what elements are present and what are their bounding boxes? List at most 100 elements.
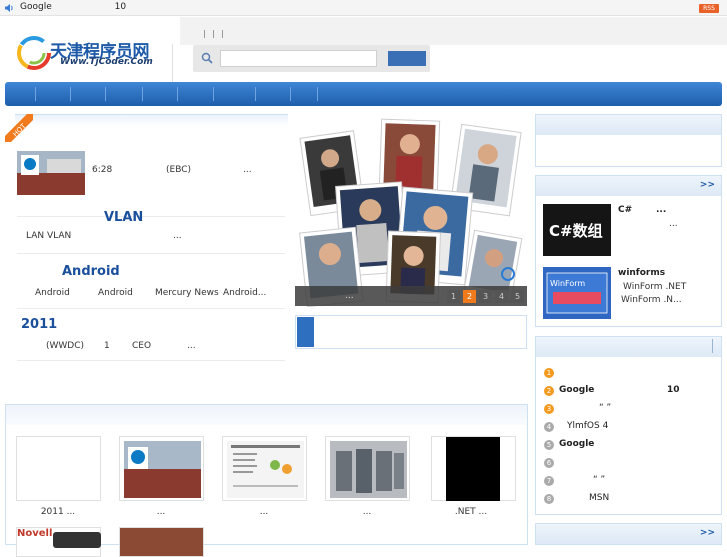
rank-title[interactable]: YlmfOS 4 <box>567 421 608 431</box>
article-title[interactable]: Android <box>62 264 120 279</box>
rank-item[interactable]: 5 Google <box>543 439 723 453</box>
hot-article[interactable]: VLAN LAN VLAN ... <box>17 210 285 256</box>
thumbnail-text: C#数组 <box>549 222 603 240</box>
search-button[interactable] <box>388 51 426 66</box>
header-link-divider <box>204 30 205 38</box>
logo-domain-text: Www.TjCoder.Com <box>60 57 153 67</box>
site-logo[interactable]: 天津程序员网 Www.TjCoder.Com <box>16 33 164 75</box>
slide-page-5[interactable]: 5 <box>511 290 524 303</box>
rank-title[interactable]: “ ” <box>599 403 611 413</box>
gallery-item[interactable] <box>431 436 516 501</box>
article-summary: (WWDC) <box>46 341 85 351</box>
gallery-item[interactable] <box>119 527 204 557</box>
panel-header <box>6 405 527 425</box>
rank-number: 8 <box>544 494 554 504</box>
article-summary: WinForm .NET <box>623 282 687 292</box>
nav-item-divider <box>105 87 106 101</box>
rank-item[interactable]: 7 “ ” <box>543 475 723 489</box>
more-link[interactable]: >> <box>700 528 715 538</box>
news-number: 10 <box>114 2 127 12</box>
right-panel-ranking: 1 2 Google 10 3 “ ” 4 YlmfOS 4 5 Google 6 7 “ … <box>535 336 722 515</box>
rank-title[interactable]: “ ” <box>593 475 605 485</box>
speaker-icon <box>5 4 13 12</box>
sub-banner-marker <box>297 317 314 347</box>
rank-number: 6 <box>544 458 554 468</box>
gallery-item[interactable] <box>16 436 101 501</box>
article-summary: 6:28 <box>92 165 113 175</box>
search-icon <box>201 52 213 64</box>
rss-button[interactable]: RSS <box>699 4 719 13</box>
gallery-image <box>53 532 101 548</box>
thumbnail-text: WinForm <box>550 279 585 288</box>
nav-item-divider <box>213 87 214 101</box>
rank-number: 4 <box>544 422 554 432</box>
panel-header <box>536 337 721 357</box>
slide-page-3[interactable]: 3 <box>479 290 492 303</box>
hot-article[interactable]: Android Android Android Mercury News And… <box>17 264 285 310</box>
nav-item-divider <box>255 87 256 101</box>
article-summary: Mercury News <box>155 288 219 298</box>
photo-slideshow[interactable]: ... 1 2 3 4 5 <box>295 114 527 308</box>
article-thumbnail[interactable] <box>17 151 85 195</box>
search-input[interactable] <box>220 50 377 67</box>
article-title[interactable]: 2011 <box>21 317 57 332</box>
gallery-caption[interactable]: ... <box>214 507 314 517</box>
more-link[interactable]: >> <box>700 180 715 190</box>
right-panel-top <box>535 114 722 167</box>
gallery-image <box>124 441 201 498</box>
rank-item[interactable]: 4 YlmfOS 4 <box>543 421 723 435</box>
article-divider <box>17 360 285 361</box>
rank-item[interactable]: 8 MSN <box>543 493 723 507</box>
rank-extra: 10 <box>667 385 680 395</box>
right-panel-articles: >> C#数组 C# ... ... WinForm winforms WinF… <box>535 175 722 327</box>
rank-number: 1 <box>544 368 554 378</box>
gallery-caption[interactable]: ... <box>317 507 417 517</box>
slide-page-1[interactable]: 1 <box>447 290 460 303</box>
slide-page-4[interactable]: 4 <box>495 290 508 303</box>
article-divider <box>17 308 285 309</box>
article-title[interactable]: VLAN <box>104 210 143 225</box>
rank-item[interactable]: 1 <box>543 367 723 381</box>
article-title[interactable]: winforms <box>618 268 665 278</box>
rank-title[interactable]: Google <box>559 385 594 395</box>
article-summary: LAN VLAN <box>26 231 72 241</box>
slide-page-2[interactable]: 2 <box>463 290 476 303</box>
rank-item[interactable]: 3 “ ” <box>543 403 723 417</box>
scrolling-news[interactable]: Google 10 <box>20 2 126 12</box>
rank-number: 3 <box>544 404 554 414</box>
nav-item-divider <box>35 87 36 101</box>
article-thumbnail[interactable]: WinForm <box>543 267 611 319</box>
gallery-item[interactable] <box>119 436 204 501</box>
rank-number: 5 <box>544 440 554 450</box>
gallery-caption[interactable]: 2011 ... <box>8 507 108 517</box>
slideshow-caption[interactable]: ... <box>345 291 354 301</box>
hot-article[interactable]: 6:28 (EBC) ... <box>17 128 285 217</box>
panel-header: >> <box>536 524 721 544</box>
gallery-item[interactable]: Novell <box>16 527 101 557</box>
article-summary: WinForm .N... <box>621 295 682 305</box>
gallery-item-label: Novell <box>17 528 53 539</box>
rank-title[interactable]: Google <box>559 439 594 449</box>
search-bar <box>193 45 430 72</box>
header-link-divider <box>222 30 223 38</box>
rank-item[interactable]: 6 <box>543 457 723 471</box>
hot-articles-panel: HOT 6:28 (EBC) ... VLAN LAN VLAN ... And… <box>5 114 288 364</box>
slideshow-sub-banner[interactable] <box>295 315 527 349</box>
gallery-item[interactable] <box>222 436 307 501</box>
gallery-caption[interactable]: .NET ... <box>421 507 521 517</box>
rank-item[interactable]: 2 Google 10 <box>543 385 723 399</box>
slideshow-caption-bar: ... 1 2 3 4 5 <box>295 286 527 306</box>
hot-article[interactable]: 2011 (WWDC) 1 CEO ... <box>17 317 285 363</box>
article-summary: ... <box>669 219 678 229</box>
article-thumbnail[interactable]: C#数组 <box>543 204 611 256</box>
article-summary: Android <box>98 288 133 298</box>
top-notice-bar: Google 10 RSS <box>0 0 727 16</box>
gallery-caption[interactable]: ... <box>111 507 211 517</box>
article-divider <box>17 253 285 254</box>
image-gallery: 2011 ... ... ... ... .NET ... Novell <box>5 404 528 557</box>
rank-title[interactable]: MSN <box>589 493 609 503</box>
article-title[interactable]: C# <box>618 205 632 215</box>
article-summary: ... <box>173 231 182 241</box>
gallery-item[interactable] <box>325 436 410 501</box>
nav-item-divider <box>290 87 291 101</box>
